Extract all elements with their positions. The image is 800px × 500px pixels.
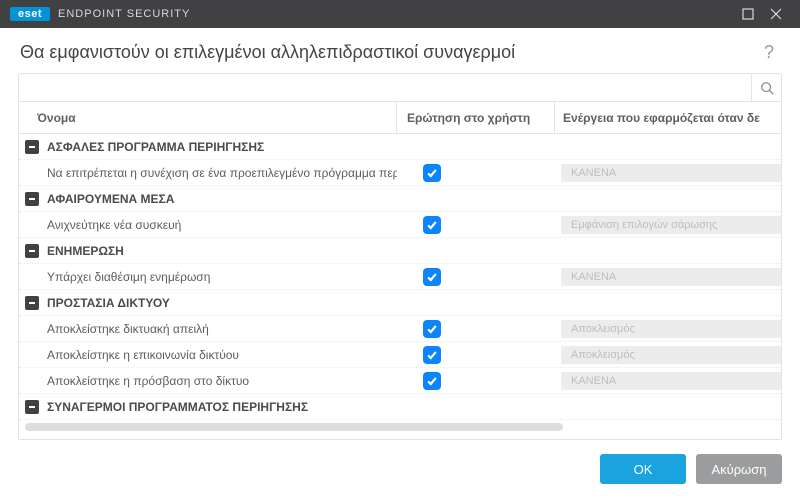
group-row[interactable]: ΑΦΑΙΡΟΥΜΕΝΑ ΜΕΣΑ bbox=[19, 186, 781, 212]
search-input[interactable] bbox=[19, 74, 751, 101]
ask-user-checkbox[interactable] bbox=[423, 372, 441, 390]
ask-user-checkbox[interactable] bbox=[423, 320, 441, 338]
collapse-icon[interactable] bbox=[25, 296, 39, 310]
column-header-ask[interactable]: Ερώτηση στο χρήστη bbox=[397, 102, 555, 133]
collapse-icon[interactable] bbox=[25, 192, 39, 206]
settings-panel: Όνομα Ερώτηση στο χρήστη Ενέργεια που εφ… bbox=[18, 73, 782, 440]
action-select[interactable]: Αποκλεισμός bbox=[561, 320, 781, 338]
search-icon[interactable] bbox=[751, 74, 781, 101]
group-row[interactable]: ΠΡΟΣΤΑΣΙΑ ΔΙΚΤΥΟΥ bbox=[19, 290, 781, 316]
cancel-button[interactable]: Ακύρωση bbox=[696, 454, 782, 484]
setting-row: Αποκλείστηκε δικτυακή απειλή Αποκλεισμός bbox=[19, 316, 781, 342]
titlebar: eset ENDPOINT SECURITY bbox=[0, 0, 800, 28]
heading-row: Θα εμφανιστούν οι επιλεγμένοι αλληλεπιδρ… bbox=[0, 28, 800, 73]
setting-label: Να επιτρέπεται η συνέχιση σε ένα προεπιλ… bbox=[47, 166, 397, 180]
group-row[interactable]: ΑΣΦΑΛΕΣ ΠΡΟΓΡΑΜΜΑ ΠΕΡΙΗΓΗΣΗΣ bbox=[19, 134, 781, 160]
window-minimize-button[interactable] bbox=[734, 0, 762, 28]
ask-user-checkbox[interactable] bbox=[423, 164, 441, 182]
action-select[interactable]: ΚΑΝΕΝΑ bbox=[561, 268, 781, 286]
group-label: ΕΝΗΜΕΡΩΣΗ bbox=[47, 244, 124, 258]
column-header-name[interactable]: Όνομα bbox=[19, 102, 397, 133]
grid-header: Όνομα Ερώτηση στο χρήστη Ενέργεια που εφ… bbox=[19, 102, 781, 134]
dialog-footer: OK Ακύρωση bbox=[0, 440, 800, 500]
searchbar bbox=[19, 74, 781, 102]
setting-row: Υπάρχει διαθέσιμη ενημέρωση ΚΑΝΕΝΑ bbox=[19, 264, 781, 290]
ok-button[interactable]: OK bbox=[600, 454, 686, 484]
setting-label: Αποκλείστηκε η πρόσβαση στο δίκτυο bbox=[47, 374, 249, 388]
product-name: ENDPOINT SECURITY bbox=[58, 8, 190, 20]
help-icon[interactable]: ? bbox=[758, 42, 780, 63]
collapse-icon[interactable] bbox=[25, 140, 39, 154]
group-label: ΑΣΦΑΛΕΣ ΠΡΟΓΡΑΜΜΑ ΠΕΡΙΗΓΗΣΗΣ bbox=[47, 140, 264, 154]
setting-label: Αποκλείστηκε η επικοινωνία δικτύου bbox=[47, 348, 239, 362]
action-select[interactable]: ΚΑΝΕΝΑ bbox=[561, 164, 781, 182]
setting-label: Υπάρχει διαθέσιμη ενημέρωση bbox=[47, 270, 210, 284]
ask-user-checkbox[interactable] bbox=[423, 346, 441, 364]
collapse-icon[interactable] bbox=[25, 400, 39, 414]
settings-grid: Όνομα Ερώτηση στο χρήστη Ενέργεια που εφ… bbox=[19, 102, 781, 439]
setting-row: Ανιχνεύτηκε νέα συσκευή Εμφάνιση επιλογών… bbox=[19, 212, 781, 238]
ask-user-checkbox[interactable] bbox=[423, 268, 441, 286]
setting-row: Να επιτρέπεται η συνέχιση σε ένα προεπιλ… bbox=[19, 160, 781, 186]
action-select[interactable]: Εμφάνιση επιλογών σάρωσης bbox=[561, 216, 781, 234]
page-title: Θα εμφανιστούν οι επιλεγμένοι αλληλεπιδρ… bbox=[20, 42, 758, 63]
collapse-icon[interactable] bbox=[25, 244, 39, 258]
group-row[interactable]: ΣΥΝΑΓΕΡΜΟΙ ΠΡΟΓΡΑΜΜΑΤΟΣ ΠΕΡΙΗΓΗΣΗΣ bbox=[19, 394, 781, 420]
brand-badge: eset bbox=[10, 7, 50, 21]
ask-user-checkbox[interactable] bbox=[423, 216, 441, 234]
setting-row: Αποκλείστηκε η πρόσβαση στο δίκτυο ΚΑΝΕΝΑ bbox=[19, 368, 781, 394]
setting-label: Ανιχνεύτηκε νέα συσκευή bbox=[47, 218, 181, 232]
action-select[interactable]: ΚΑΝΕΝΑ bbox=[561, 372, 781, 390]
setting-row: Αποκλείστηκε η επικοινωνία δικτύου Αποκλε… bbox=[19, 342, 781, 368]
column-header-action[interactable]: Ενέργεια που εφαρμόζεται όταν δε bbox=[555, 102, 781, 133]
window-close-button[interactable] bbox=[762, 0, 790, 28]
action-select[interactable]: Αποκλεισμός bbox=[561, 346, 781, 364]
horizontal-scrollbar[interactable] bbox=[19, 420, 781, 434]
group-label: ΣΥΝΑΓΕΡΜΟΙ ΠΡΟΓΡΑΜΜΑΤΟΣ ΠΕΡΙΗΓΗΣΗΣ bbox=[47, 400, 308, 414]
group-label: ΑΦΑΙΡΟΥΜΕΝΑ ΜΕΣΑ bbox=[47, 192, 174, 206]
setting-label: Αποκλείστηκε δικτυακή απειλή bbox=[47, 322, 209, 336]
group-row[interactable]: ΕΝΗΜΕΡΩΣΗ bbox=[19, 238, 781, 264]
group-label: ΠΡΟΣΤΑΣΙΑ ΔΙΚΤΥΟΥ bbox=[47, 296, 170, 310]
